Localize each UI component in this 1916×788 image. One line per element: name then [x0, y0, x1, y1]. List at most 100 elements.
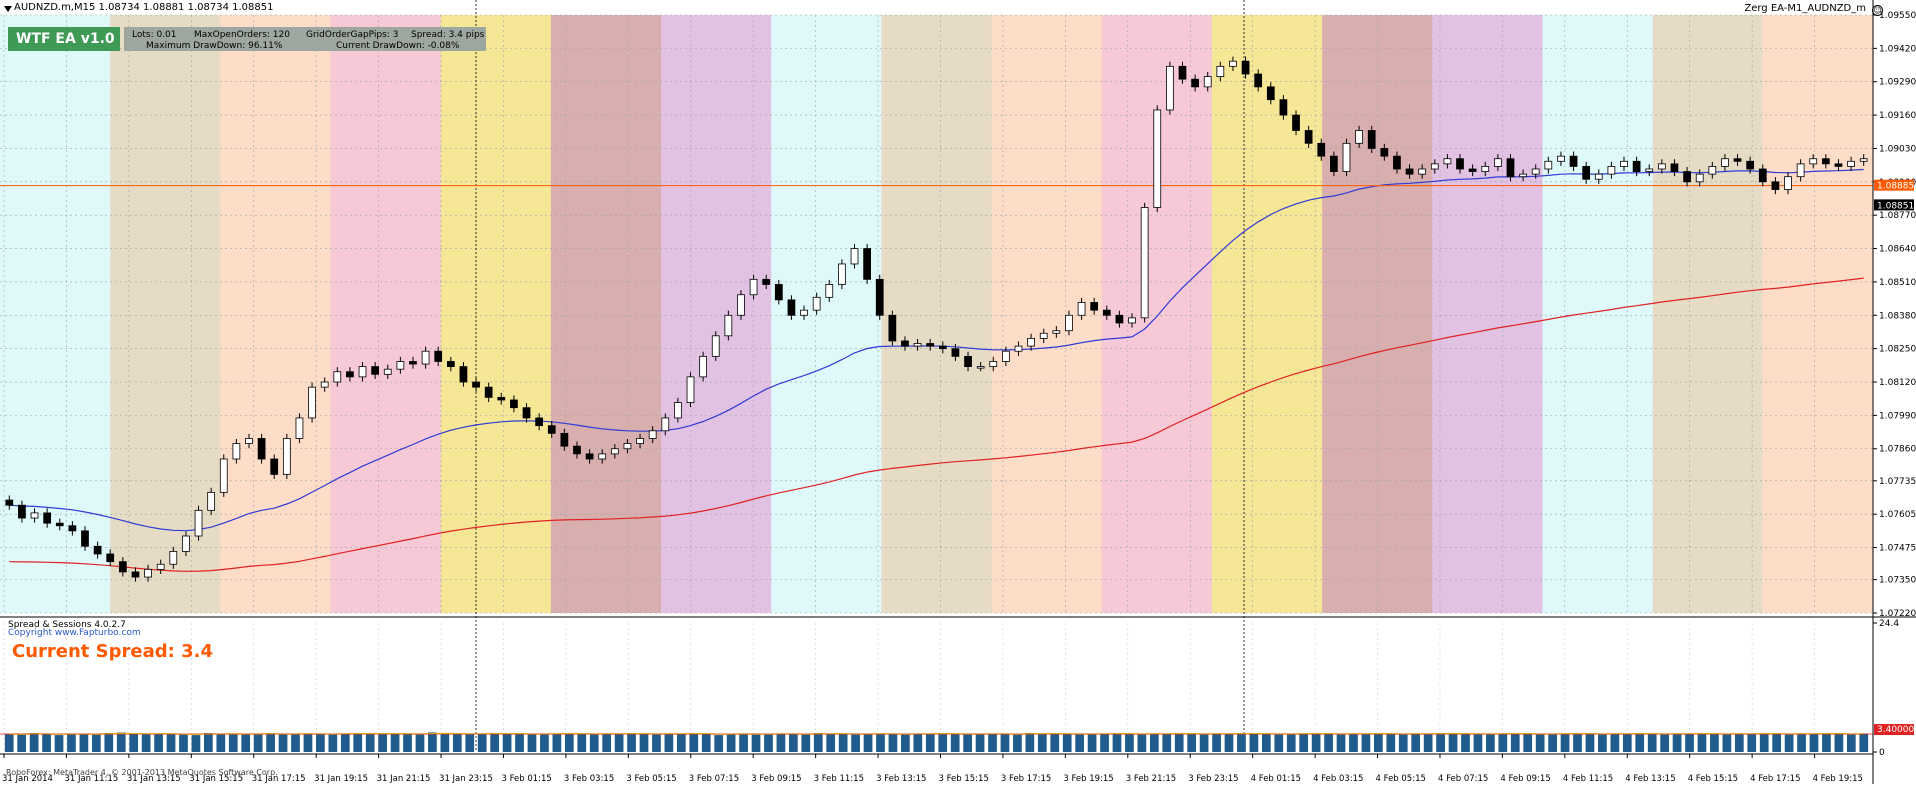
candle-body [1077, 302, 1086, 316]
candle-body [762, 278, 771, 285]
spread-bar [42, 734, 51, 752]
candle-body [724, 314, 733, 337]
candle-body [472, 381, 480, 388]
spread-bar [1685, 734, 1694, 752]
spread-bar [477, 734, 487, 752]
price-tick-label: 1.08120 [1879, 378, 1916, 388]
spread-bar [1025, 732, 1035, 752]
price-tick-label: 1.07220 [1879, 609, 1916, 619]
candle-body [699, 355, 707, 378]
spread-bar [789, 734, 798, 752]
candle-body [1607, 166, 1616, 175]
collapse-arrow-icon[interactable] [4, 6, 12, 12]
spread-bar [1000, 734, 1010, 752]
spread-bar [1187, 734, 1197, 752]
spread-bar [1149, 733, 1159, 752]
spread-bar [204, 732, 213, 752]
spread-bar [1647, 734, 1657, 752]
spread-bar [1261, 734, 1271, 752]
candle-body [1266, 86, 1275, 101]
spread-bar [141, 734, 151, 752]
spread-bar [1722, 734, 1732, 752]
candle-body [282, 438, 291, 475]
price-tick-label: 1.09550 [1879, 11, 1916, 21]
session-band [440, 15, 552, 613]
spread-bar [166, 734, 176, 752]
session-band [661, 15, 772, 613]
time-tick-label: 3 Feb 23:15 [1188, 774, 1238, 784]
candle-body [1670, 163, 1679, 172]
spread-bar [340, 733, 350, 752]
candle-body [1708, 166, 1717, 175]
max-drawdown-text: Maximum DrawDown: 96.11% [146, 41, 283, 51]
spread-bar [851, 734, 860, 752]
spread-tick-label: 24.4 [1879, 619, 1899, 629]
candle-body [1430, 163, 1439, 170]
candle-body [1557, 155, 1565, 162]
spread-bar [328, 734, 338, 752]
spread-bar [91, 734, 101, 752]
time-tick-label: 3 Feb 13:15 [876, 774, 926, 784]
spread-bar [1510, 732, 1520, 752]
spread-bar [776, 733, 786, 752]
candle-body [585, 453, 594, 460]
spread-bar [1448, 734, 1458, 752]
smiley-icon[interactable]: ☺ [1872, 5, 1883, 16]
candle-body [1733, 158, 1742, 162]
spread-bar [1461, 733, 1470, 752]
candle-body [169, 551, 178, 565]
candle-body [1657, 163, 1666, 170]
spread-bar [67, 733, 76, 752]
candle-body [1468, 168, 1477, 172]
candle-body [1216, 65, 1225, 77]
session-bands [0, 15, 1874, 613]
spread-bar [29, 732, 39, 752]
chart-canvas[interactable]: 1.095501.094201.092901.091601.090301.089… [0, 0, 1916, 784]
session-band [220, 15, 332, 613]
time-tick-label: 3 Feb 09:15 [751, 774, 801, 784]
candle-body [1821, 158, 1830, 165]
time-tick-label: 31 Jan 19:15 [314, 774, 368, 784]
candle-body [875, 278, 884, 316]
candle-body [1443, 158, 1452, 165]
spread-bar [1050, 733, 1060, 752]
spread-bar [1013, 734, 1022, 752]
candle-body [1481, 166, 1490, 172]
spread-bar [502, 733, 512, 752]
candle-body [636, 438, 644, 445]
spread-bar [614, 734, 624, 752]
price-tick-label: 1.09160 [1879, 111, 1916, 121]
candle-body [1128, 317, 1136, 324]
time-tick-label: 4 Feb 13:15 [1625, 774, 1675, 784]
spread-bar [241, 734, 251, 752]
candle-body [522, 407, 531, 419]
candle-body [497, 397, 506, 401]
spread-bar [1361, 734, 1371, 752]
price-tick-label: 1.07860 [1879, 445, 1916, 455]
candle-body [812, 296, 821, 311]
candle-body [194, 509, 203, 537]
chart-window[interactable]: 1.095501.094201.092901.091601.090301.089… [0, 0, 1916, 784]
spread-bar [963, 734, 972, 752]
spread-bar [652, 734, 661, 752]
candle-body [396, 361, 405, 370]
spread-bar [1212, 733, 1221, 752]
spread-bar [1137, 734, 1147, 752]
spread-bar [714, 735, 724, 752]
spread-bar [278, 734, 288, 752]
candle-body [573, 445, 581, 455]
candle-body [1102, 309, 1111, 316]
candle-body [207, 491, 216, 511]
candle-body [1304, 130, 1313, 144]
spread-bar [1224, 734, 1234, 752]
price-tick-label: 1.09420 [1879, 44, 1916, 54]
candle-body [320, 381, 329, 388]
candle-body [1065, 314, 1073, 332]
candle-body [1166, 65, 1174, 111]
spread-bar [216, 734, 226, 752]
candle-body [484, 386, 493, 398]
spread-bar [739, 733, 748, 752]
candle-body [1758, 168, 1767, 183]
candle-body [610, 448, 619, 455]
spread-bar [378, 734, 387, 752]
